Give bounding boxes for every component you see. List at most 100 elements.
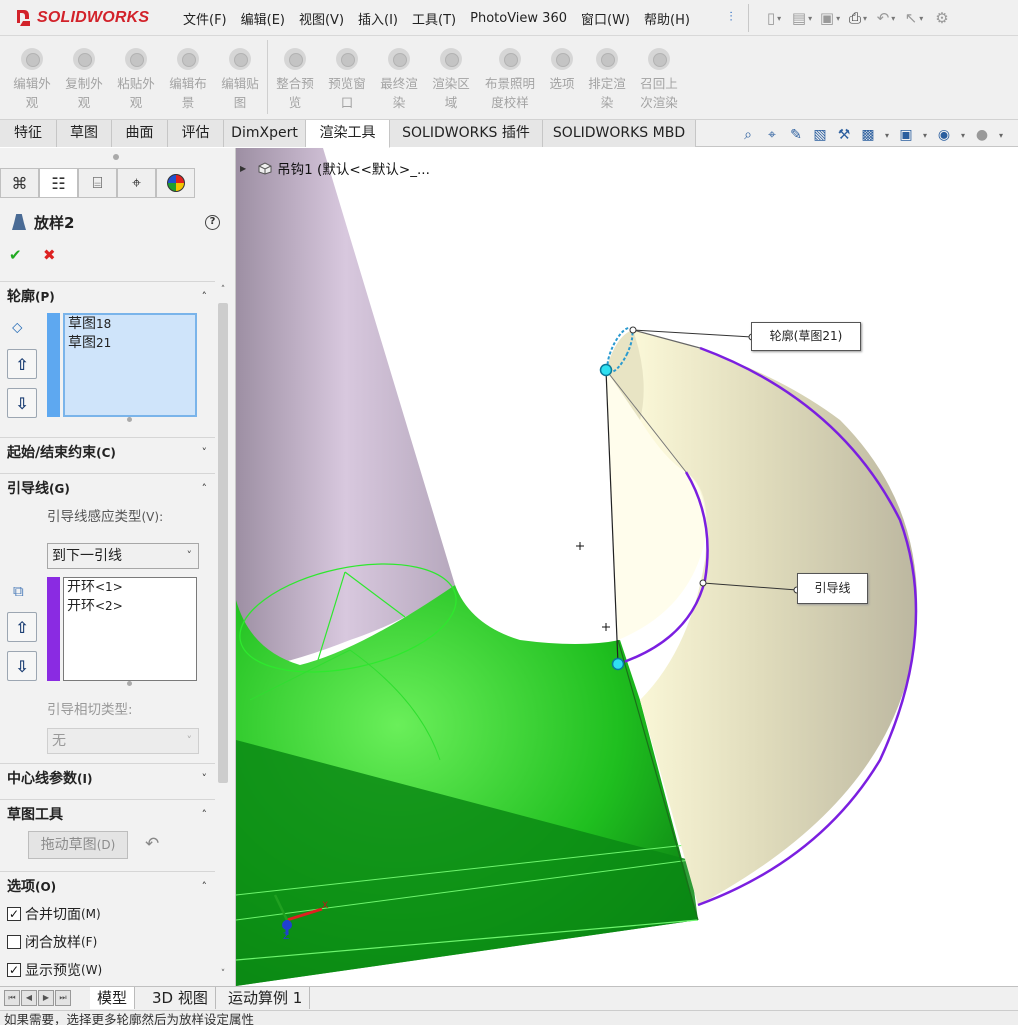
hide-show-dropdown-icon[interactable]: ▾ bbox=[956, 125, 970, 145]
edit-appearance-view-icon[interactable]: ● bbox=[970, 125, 994, 145]
dimxpert-manager-tab-icon[interactable]: ⌖ bbox=[117, 168, 156, 198]
graphics-area[interactable]: X Z 轮廓(草图21) 引导线 bbox=[236, 148, 1018, 986]
schedule-render-button[interactable]: 排定渲 染 bbox=[582, 46, 632, 112]
ok-check-icon[interactable]: ✔ bbox=[9, 246, 22, 264]
property-manager-tab-icon[interactable]: ☷ bbox=[39, 168, 78, 198]
paste-appearance-button[interactable]: 粘贴外 观 bbox=[111, 46, 161, 112]
tab-motion-study[interactable]: 运动算例 1 bbox=[221, 987, 311, 1009]
guide-curves-header[interactable]: 引导线(G) ˄ bbox=[0, 473, 215, 503]
view-orientation-dropdown-icon[interactable]: ▾ bbox=[880, 125, 894, 145]
profiles-listbox[interactable]: 草图18 草图21 bbox=[63, 313, 197, 417]
move-down-button[interactable]: ⇩ bbox=[7, 388, 37, 418]
configuration-manager-tab-icon[interactable]: ⌸ bbox=[78, 168, 117, 198]
previous-tab-icon[interactable]: ◀ bbox=[21, 990, 37, 1006]
scroll-down-icon[interactable]: ˅ bbox=[214, 969, 232, 983]
flyout-feature-tree[interactable]: ▶ 吊钩1 (默认<<默认>_... bbox=[240, 158, 430, 178]
render-options-button[interactable]: 选项 bbox=[542, 46, 582, 93]
scene-illumination-proof-button[interactable]: 布景照明 度校样 bbox=[478, 46, 542, 112]
merge-tangent-faces-checkbox[interactable]: ✓ 合并切面 (M) bbox=[7, 904, 101, 924]
new-document-icon[interactable]: ▯ ▾ bbox=[760, 6, 788, 30]
scroll-up-icon[interactable]: ˄ bbox=[214, 285, 232, 299]
collapse-chevron-icon[interactable]: ˄ bbox=[202, 282, 208, 312]
previous-view-icon[interactable]: ✎ bbox=[784, 125, 808, 145]
first-tab-icon[interactable]: ⏮ bbox=[4, 990, 20, 1006]
tab-sketch[interactable]: 草图 bbox=[57, 120, 112, 147]
list-item[interactable]: 开环<2> bbox=[64, 597, 196, 616]
menu-tools[interactable]: 工具(T) bbox=[405, 9, 463, 28]
last-tab-icon[interactable]: ⏭ bbox=[55, 990, 71, 1006]
expand-tree-icon[interactable]: ▶ bbox=[240, 164, 246, 173]
next-tab-icon[interactable]: ▶ bbox=[38, 990, 54, 1006]
undo-icon[interactable]: ↶ ▾ bbox=[872, 6, 900, 30]
checkbox-checked[interactable]: ✓ bbox=[7, 907, 21, 921]
tab-solidworks-mbd[interactable]: SOLIDWORKS MBD bbox=[543, 120, 696, 147]
display-manager-tab-icon[interactable] bbox=[156, 168, 195, 198]
list-item[interactable]: 草图21 bbox=[65, 334, 195, 353]
print-icon[interactable]: ⎙ ▾ bbox=[844, 6, 872, 30]
menu-view[interactable]: 视图(V) bbox=[292, 9, 351, 28]
move-down-button[interactable]: ⇩ bbox=[7, 651, 37, 681]
sketch-tools-header[interactable]: 草图工具 ˄ bbox=[0, 799, 215, 829]
checkbox-unchecked[interactable] bbox=[7, 935, 21, 949]
menu-help[interactable]: 帮助(H) bbox=[637, 9, 697, 28]
menu-window[interactable]: 窗口(W) bbox=[574, 9, 637, 28]
panel-splitter-dot[interactable] bbox=[113, 154, 119, 160]
property-manager-scrollbar[interactable]: ˄ ˅ bbox=[214, 281, 232, 981]
feature-manager-tab-icon[interactable]: ⌘ bbox=[0, 168, 39, 198]
undo-sketch-drag-icon[interactable]: ↶ bbox=[145, 834, 159, 854]
zoom-to-fit-icon[interactable]: ⌕ bbox=[736, 125, 760, 145]
tab-dimxpert[interactable]: DimXpert bbox=[224, 120, 306, 147]
guide-tangency-dropdown[interactable]: 无 ˅ bbox=[47, 728, 199, 754]
edit-scene-button[interactable]: 编辑布 景 bbox=[163, 46, 213, 112]
solidworks-logo[interactable]: SOLIDWORKS bbox=[14, 6, 149, 30]
tab-surfaces[interactable]: 曲面 bbox=[112, 120, 168, 147]
move-up-button[interactable]: ⇧ bbox=[7, 612, 37, 642]
menu-file[interactable]: 文件(F) bbox=[176, 9, 234, 28]
integrated-preview-button[interactable]: 整合预 览 bbox=[270, 46, 320, 112]
hide-show-items-icon[interactable]: ◉ bbox=[932, 125, 956, 145]
start-end-constraints-header[interactable]: 起始/结束约束(C) ˅ bbox=[0, 437, 215, 467]
recall-last-render-button[interactable]: 召回上 次渲染 bbox=[634, 46, 684, 112]
rebuild-icon[interactable]: ⚙ bbox=[928, 6, 956, 30]
close-loft-checkbox[interactable]: 闭合放样 (F) bbox=[7, 932, 97, 952]
collapse-chevron-icon[interactable]: ˄ bbox=[202, 474, 208, 504]
edit-appearance-button[interactable]: 编辑外 观 bbox=[7, 46, 57, 112]
drag-sketch-button[interactable]: 拖动草图(D) bbox=[28, 831, 128, 859]
section-view-icon[interactable]: ▧ bbox=[808, 125, 832, 145]
menu-photoview[interactable]: PhotoView 360 bbox=[463, 11, 574, 26]
save-icon[interactable]: ▣ ▾ bbox=[816, 6, 844, 30]
collapse-chevron-icon[interactable]: ˄ bbox=[202, 872, 208, 902]
scroll-thumb[interactable] bbox=[218, 303, 228, 783]
tab-render-tools[interactable]: 渲染工具 bbox=[306, 120, 390, 148]
select-arrow-icon[interactable]: ↖ ▾ bbox=[900, 6, 928, 30]
profile-callout[interactable]: 轮廓(草图21) bbox=[751, 322, 861, 351]
move-up-button[interactable]: ⇧ bbox=[7, 349, 37, 379]
options-section-header[interactable]: 选项(O) ˄ bbox=[0, 871, 215, 901]
expand-chevron-icon[interactable]: ˅ bbox=[202, 438, 208, 468]
render-region-button[interactable]: 渲染区 域 bbox=[426, 46, 476, 112]
guide-curve-callout[interactable]: 引导线 bbox=[797, 573, 868, 604]
list-item[interactable]: 草图18 bbox=[65, 315, 195, 334]
menu-edit[interactable]: 编辑(E) bbox=[234, 9, 292, 28]
profiles-section-header[interactable]: 轮廓(P) ˄ bbox=[0, 281, 215, 311]
list-item[interactable]: 开环<1> bbox=[64, 578, 196, 597]
tab-solidworks-addins[interactable]: SOLIDWORKS 插件 bbox=[390, 120, 543, 147]
display-style-icon[interactable]: ▣ bbox=[894, 125, 918, 145]
zoom-to-area-icon[interactable]: ⌖ bbox=[760, 125, 784, 145]
tab-model[interactable]: 模型 bbox=[90, 987, 136, 1009]
preview-window-button[interactable]: 预览窗 口 bbox=[322, 46, 372, 112]
resize-handle[interactable] bbox=[127, 417, 132, 422]
help-icon[interactable]: ? bbox=[205, 215, 220, 230]
guides-listbox[interactable]: 开环<1> 开环<2> bbox=[63, 577, 197, 681]
final-render-button[interactable]: 最终渲 染 bbox=[374, 46, 424, 112]
expand-chevron-icon[interactable]: ˅ bbox=[202, 764, 208, 794]
appearance-dropdown-icon[interactable]: ▾ bbox=[994, 125, 1008, 145]
guide-influence-dropdown[interactable]: 到下一引线 ˅ bbox=[47, 543, 199, 569]
cancel-x-icon[interactable]: ✖ bbox=[43, 246, 56, 264]
tab-features[interactable]: 特征 bbox=[0, 120, 57, 147]
tab-evaluate[interactable]: 评估 bbox=[168, 120, 224, 147]
menu-insert[interactable]: 插入(I) bbox=[351, 9, 405, 28]
edit-decal-button[interactable]: 编辑贴 图 bbox=[215, 46, 265, 112]
centerline-parameters-header[interactable]: 中心线参数(I) ˅ bbox=[0, 763, 215, 793]
tab-3d-views[interactable]: 3D 视图 bbox=[145, 987, 216, 1009]
